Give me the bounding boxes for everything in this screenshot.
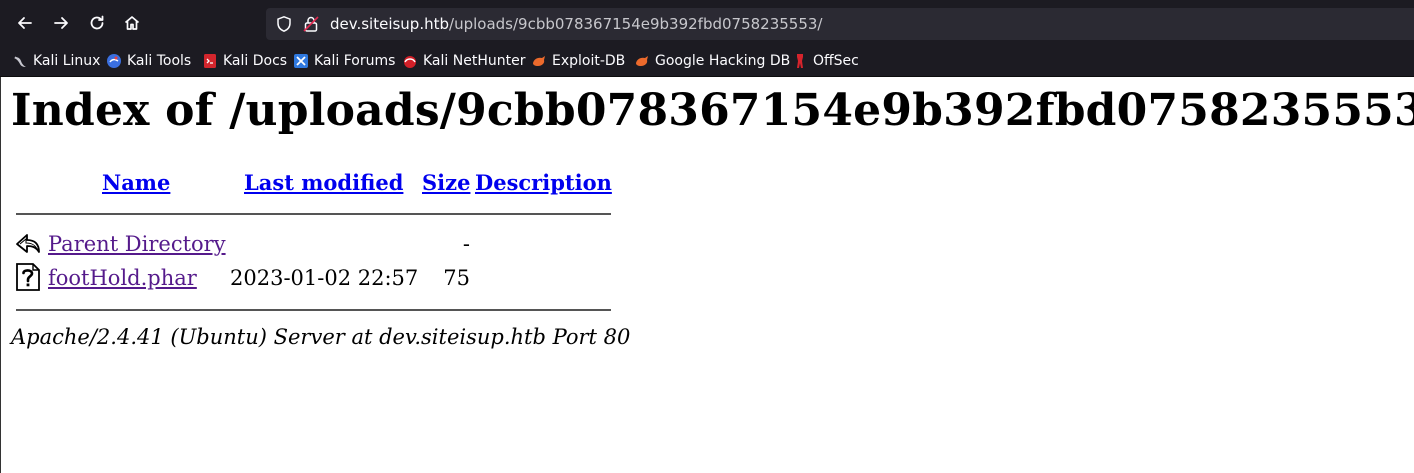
file-link-foothold-phar[interactable]: footHold.phar (48, 266, 197, 290)
parent-directory-size: - (462, 232, 470, 256)
offsec-icon (797, 54, 803, 68)
kali-docs-icon (204, 54, 216, 68)
url-path: /uploads/9cbb078367154e9b392fbd075823555… (449, 15, 823, 33)
column-header-last-modified[interactable]: Last modified (244, 170, 403, 195)
url-host: dev.siteisup.htb (330, 15, 450, 33)
nethunter-icon (404, 56, 416, 68)
back-button[interactable] (13, 11, 37, 35)
unknown-file-icon (16, 263, 40, 291)
bookmark-offsec[interactable]: OffSec (792, 51, 859, 71)
bookmark-exploit-db[interactable]: Exploit-DB (531, 51, 625, 71)
bookmark-label: Exploit-DB (552, 53, 626, 69)
kali-forums-icon (294, 54, 308, 68)
bookmark-google-hacking-db[interactable]: Google Hacking DB (634, 51, 790, 71)
tracking-protection-shield-icon[interactable] (275, 15, 293, 33)
ghdb-icon (636, 56, 648, 66)
parent-directory-icon (16, 234, 40, 253)
bookmark-kali-forums[interactable]: Kali Forums (293, 51, 395, 71)
browser-toolbar: dev.siteisup.htb/uploads/9cbb078367154e9… (0, 0, 1414, 46)
exploit-db-icon (533, 56, 545, 66)
reload-icon (90, 15, 104, 30)
bookmark-kali-linux[interactable]: Kali Linux (12, 51, 100, 71)
bookmark-label: Kali NetHunter (423, 53, 526, 69)
bookmark-label: Kali Forums (314, 53, 396, 69)
bookmark-label: OffSec (813, 53, 859, 69)
kali-tools-icon (107, 54, 121, 68)
file-modified: 2023-01-02 22:57 (230, 266, 419, 290)
forward-button[interactable] (49, 11, 73, 35)
parent-directory-link[interactable]: Parent Directory (48, 232, 226, 256)
page-title: Index of /uploads/9cbb078367154e9b392fbd… (11, 85, 1414, 136)
table-divider-bottom (16, 309, 611, 311)
kali-dragon-icon (14, 56, 26, 67)
bookmark-label: Kali Tools (127, 53, 192, 69)
arrow-right-icon (54, 17, 68, 29)
url-text[interactable]: dev.siteisup.htb/uploads/9cbb078367154e9… (330, 15, 823, 33)
column-header-name[interactable]: Name (102, 170, 170, 195)
bookmarks-bar: Kali Linux Kali Tools Kali Docs Kali For… (0, 46, 1414, 77)
server-signature: Apache/2.4.41 (Ubuntu) Server at dev.sit… (11, 325, 631, 349)
bookmark-label: Kali Linux (33, 53, 101, 69)
bookmark-label: Kali Docs (223, 53, 288, 69)
address-bar[interactable]: dev.siteisup.htb/uploads/9cbb078367154e9… (266, 8, 1414, 40)
bookmark-label: Google Hacking DB (655, 53, 791, 69)
home-icon (124, 16, 140, 30)
home-button[interactable] (120, 11, 144, 35)
column-header-size[interactable]: Size (422, 170, 470, 195)
reload-button[interactable] (85, 11, 109, 35)
arrow-left-icon (18, 17, 32, 29)
insecure-lock-icon[interactable] (302, 15, 320, 33)
column-header-description[interactable]: Description (475, 170, 612, 195)
bookmark-kali-tools[interactable]: Kali Tools (106, 51, 191, 71)
page-content: Index of /uploads/9cbb078367154e9b392fbd… (0, 77, 1414, 473)
table-divider-top (16, 213, 611, 215)
bookmark-kali-nethunter[interactable]: Kali NetHunter (402, 51, 525, 71)
file-size: 75 (443, 266, 470, 290)
bookmark-kali-docs[interactable]: Kali Docs (202, 51, 287, 71)
